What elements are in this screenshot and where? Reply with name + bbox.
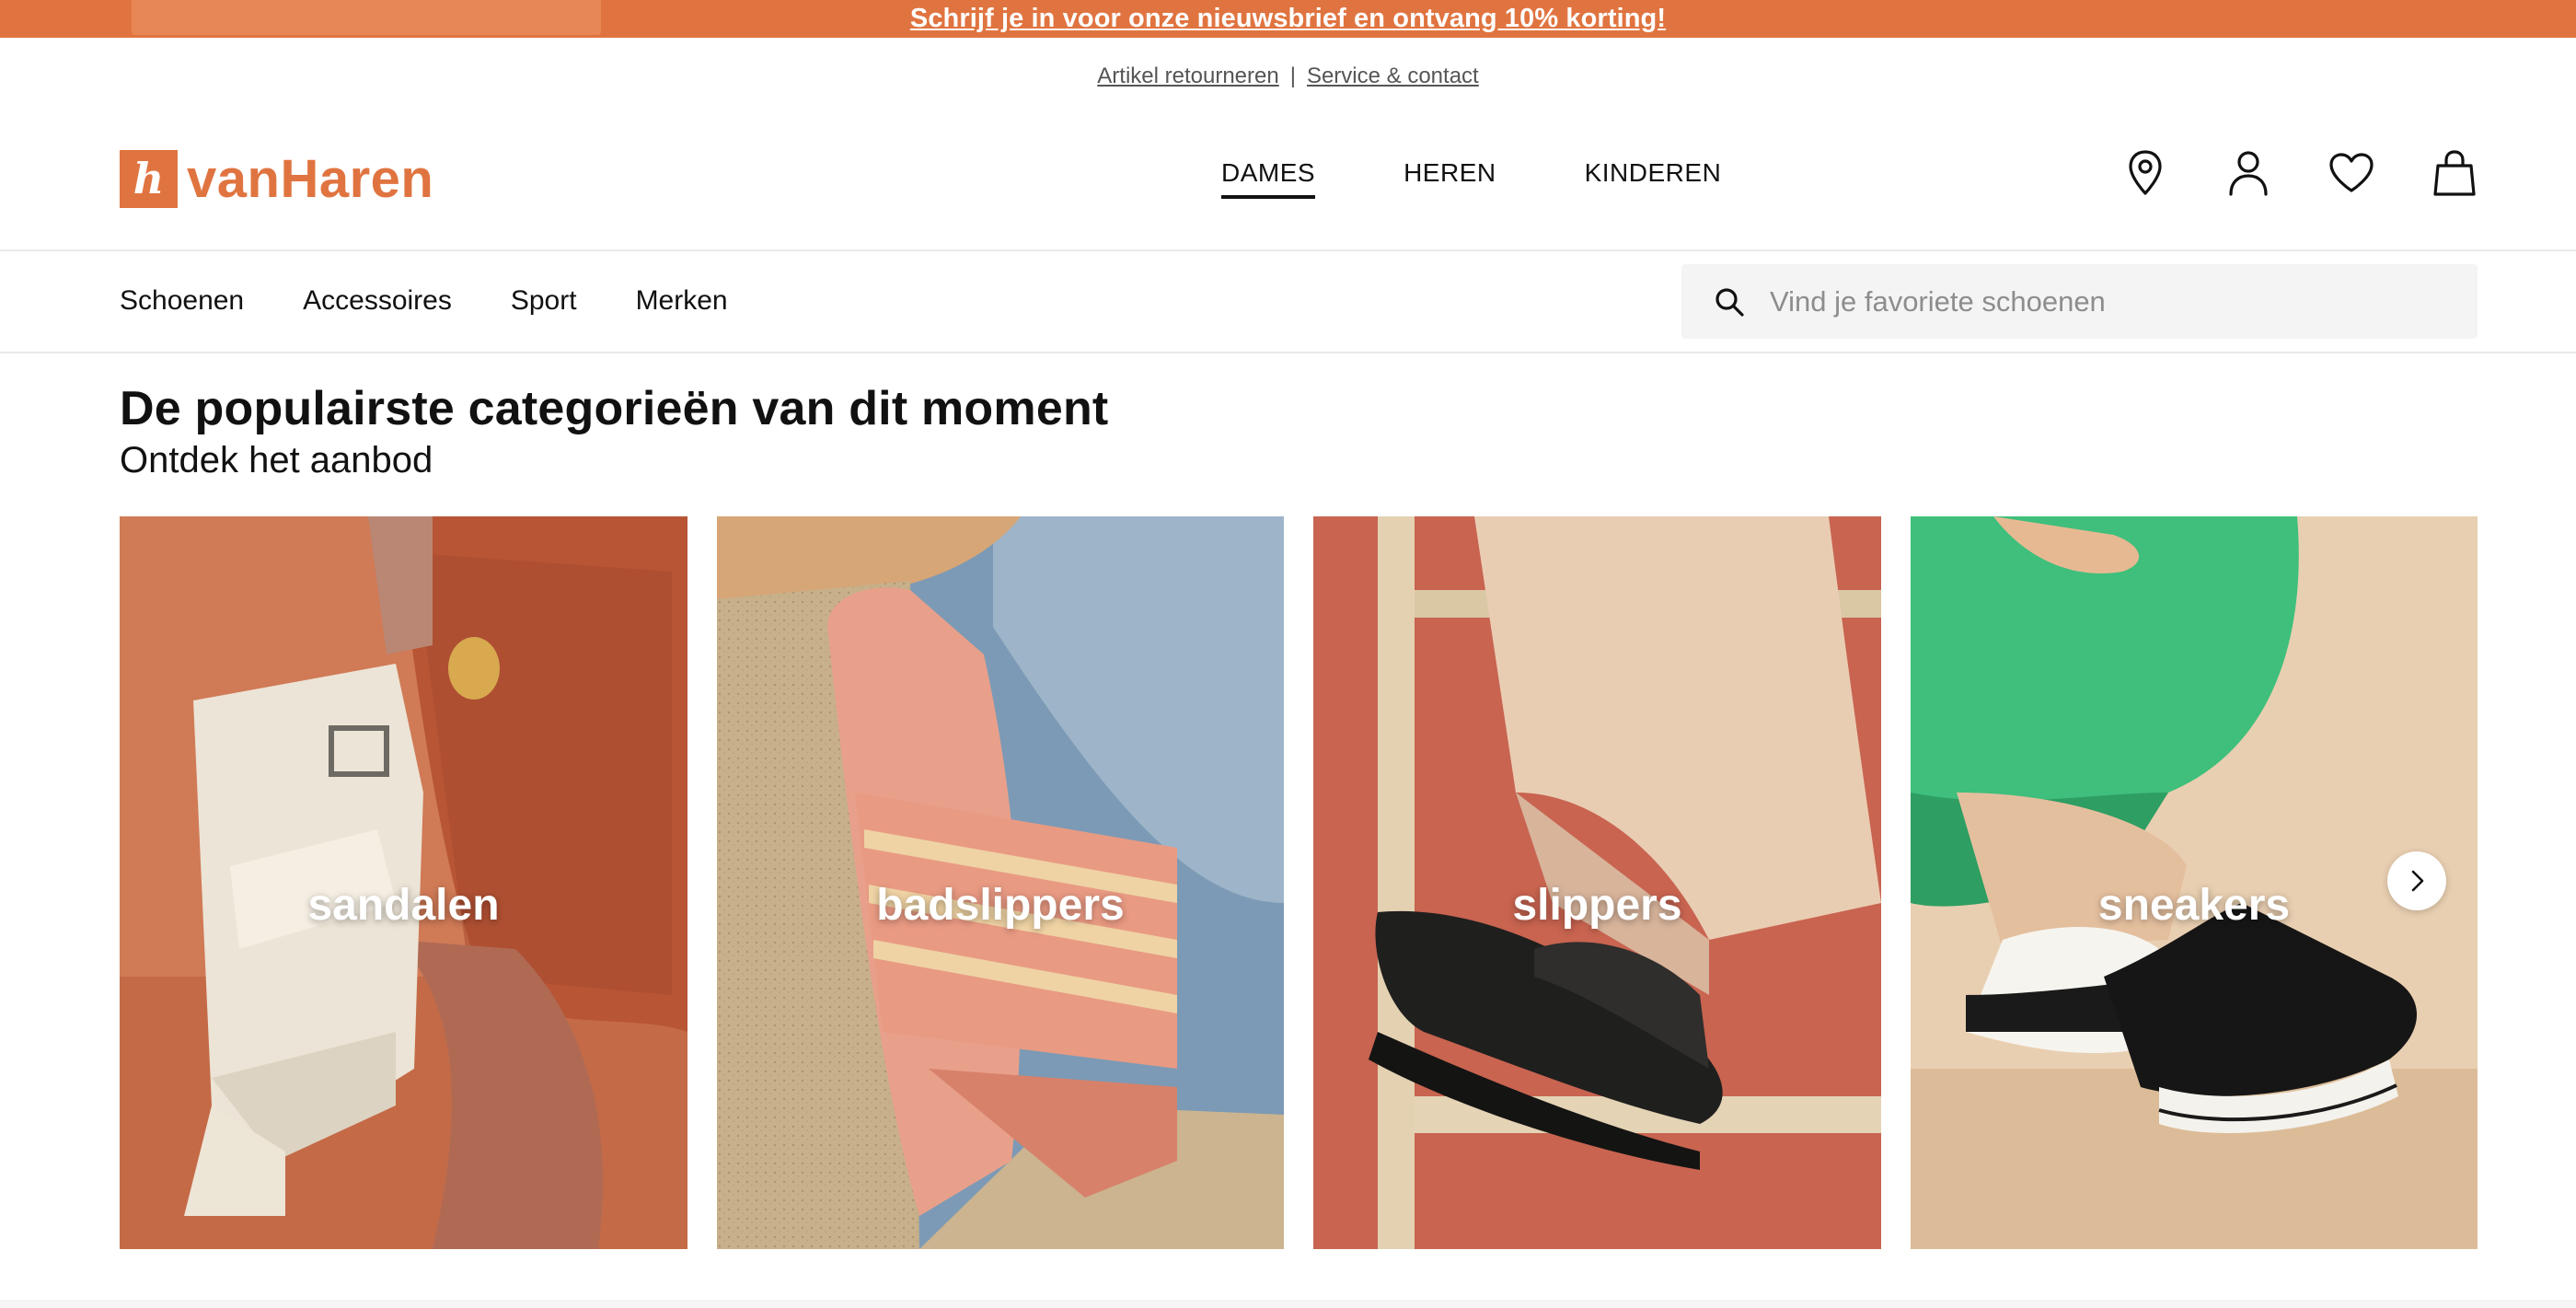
section-subtitle: Ontdek het aanbod bbox=[120, 440, 433, 480]
bottom-strip bbox=[0, 1300, 2576, 1308]
category-card-slippers[interactable]: slippers bbox=[1313, 516, 1881, 1249]
gender-nav: DAMES HEREN KINDEREN bbox=[1221, 158, 1721, 199]
promo-ghost-overlay bbox=[132, 0, 601, 35]
section-title: De populairste categorieën van dit momen… bbox=[120, 382, 1109, 435]
utility-links: Artikel retourneren | Service & contact bbox=[0, 61, 2576, 92]
category-label-slippers: slippers bbox=[1512, 881, 1682, 930]
search-input[interactable] bbox=[1770, 284, 2469, 318]
heart-icon[interactable] bbox=[2328, 147, 2375, 199]
header-divider bbox=[0, 249, 2576, 251]
nav-divider bbox=[0, 352, 2576, 353]
category-nav-accessoires[interactable]: Accessoires bbox=[303, 285, 452, 317]
gender-tab-heren[interactable]: HEREN bbox=[1404, 158, 1496, 199]
category-label-sandalen: sandalen bbox=[307, 881, 500, 930]
carousel-next-button[interactable] bbox=[2387, 851, 2446, 910]
utility-separator: | bbox=[1289, 64, 1296, 88]
category-nav-merken[interactable]: Merken bbox=[636, 285, 728, 317]
vanharen-logo[interactable]: h vanHaren bbox=[120, 148, 434, 209]
gender-tab-kinderen[interactable]: KINDEREN bbox=[1585, 158, 1722, 199]
search-bar[interactable] bbox=[1681, 264, 2478, 339]
returns-link[interactable]: Artikel retourneren bbox=[1097, 64, 1278, 89]
gender-tab-dames[interactable]: DAMES bbox=[1221, 158, 1316, 199]
newsletter-signup-link[interactable]: Schrijf je in voor onze nieuwsbrief en o… bbox=[910, 4, 1666, 34]
category-nav-schoenen[interactable]: Schoenen bbox=[120, 285, 244, 317]
category-nav-sport[interactable]: Sport bbox=[511, 285, 577, 317]
category-card-sandalen[interactable]: sandalen bbox=[120, 516, 687, 1249]
logo-mark-icon: h bbox=[120, 149, 178, 208]
category-label-badslippers: badslippers bbox=[876, 881, 1125, 930]
shopping-bag-icon[interactable] bbox=[2431, 147, 2478, 199]
user-icon[interactable] bbox=[2224, 147, 2272, 199]
header-icons bbox=[2121, 147, 2478, 199]
promo-banner: Schrijf je in voor onze nieuwsbrief en o… bbox=[0, 0, 2576, 38]
category-carousel: sandalen badslippers slippers sneakers bbox=[120, 516, 2478, 1249]
service-contact-link[interactable]: Service & contact bbox=[1307, 64, 1479, 89]
chevron-right-icon bbox=[2411, 870, 2424, 892]
search-icon[interactable] bbox=[1711, 284, 1748, 320]
category-nav: Schoenen Accessoires Sport Merken bbox=[120, 285, 728, 317]
logo-wordmark: vanHaren bbox=[187, 148, 434, 209]
location-pin-icon[interactable] bbox=[2121, 147, 2169, 199]
category-card-badslippers[interactable]: badslippers bbox=[716, 516, 1284, 1249]
